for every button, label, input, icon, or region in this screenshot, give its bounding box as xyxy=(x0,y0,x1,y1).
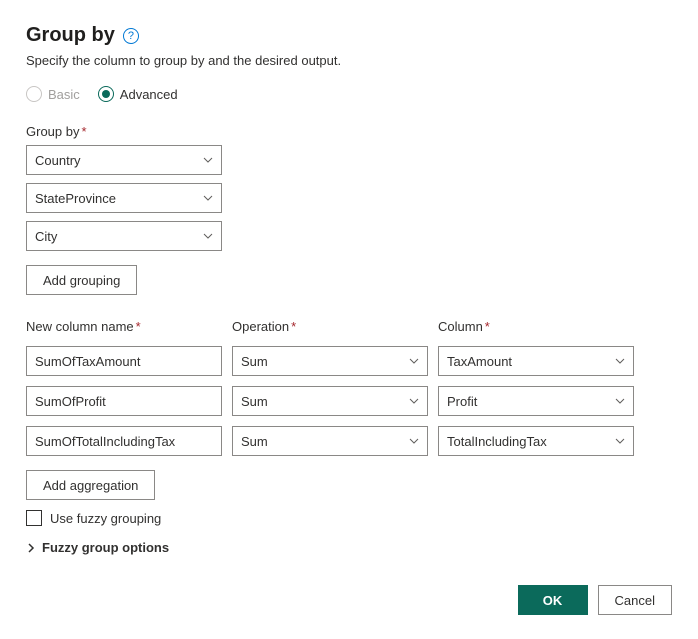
checkbox-icon xyxy=(26,510,42,526)
chevron-down-icon xyxy=(203,231,213,241)
operation-header: Operation* xyxy=(232,319,428,334)
radio-basic-label: Basic xyxy=(48,87,80,102)
dropdown-value: StateProvince xyxy=(35,191,116,206)
new-column-name-input[interactable]: SumOfProfit xyxy=(26,386,222,416)
aggregation-headers: New column name* Operation* Column* xyxy=(26,319,672,340)
dropdown-value: TaxAmount xyxy=(447,354,512,369)
operation-dropdown[interactable]: Sum xyxy=(232,346,428,376)
chevron-down-icon xyxy=(615,356,625,366)
fuzzy-grouping-label: Use fuzzy grouping xyxy=(50,511,161,526)
radio-circle-icon xyxy=(98,86,114,102)
cancel-button[interactable]: Cancel xyxy=(598,585,672,615)
dropdown-value: Sum xyxy=(241,434,268,449)
aggregation-row: SumOfProfit Sum Profit xyxy=(26,386,672,416)
add-grouping-button[interactable]: Add grouping xyxy=(26,265,137,295)
help-icon[interactable]: ? xyxy=(123,28,139,44)
new-column-name-input[interactable]: SumOfTotalIncludingTax xyxy=(26,426,222,456)
aggregation-row: SumOfTaxAmount Sum TaxAmount xyxy=(26,346,672,376)
group-by-dropdown-2[interactable]: City xyxy=(26,221,222,251)
dialog-footer: OK Cancel xyxy=(26,585,672,615)
dropdown-value: Sum xyxy=(241,354,268,369)
dialog-title: Group by xyxy=(26,24,115,47)
column-header: Column* xyxy=(438,319,634,334)
group-by-dropdown-0[interactable]: Country xyxy=(26,145,222,175)
dialog-subtitle: Specify the column to group by and the d… xyxy=(26,53,672,68)
chevron-down-icon xyxy=(203,155,213,165)
dropdown-value: TotalIncludingTax xyxy=(447,434,547,449)
new-column-name-header: New column name* xyxy=(26,319,222,334)
add-aggregation-button[interactable]: Add aggregation xyxy=(26,470,155,500)
chevron-down-icon xyxy=(203,193,213,203)
dropdown-value: Country xyxy=(35,153,81,168)
group-by-label: Group by* xyxy=(26,124,672,139)
group-by-columns: Country StateProvince City xyxy=(26,145,672,251)
radio-advanced-label: Advanced xyxy=(120,87,178,102)
fuzzy-options-toggle[interactable]: Fuzzy group options xyxy=(26,540,672,555)
dropdown-value: City xyxy=(35,229,57,244)
radio-basic[interactable]: Basic xyxy=(26,86,80,102)
column-dropdown[interactable]: Profit xyxy=(438,386,634,416)
operation-dropdown[interactable]: Sum xyxy=(232,386,428,416)
radio-circle-icon xyxy=(26,86,42,102)
chevron-down-icon xyxy=(409,396,419,406)
radio-advanced[interactable]: Advanced xyxy=(98,86,178,102)
group-by-dropdown-1[interactable]: StateProvince xyxy=(26,183,222,213)
fuzzy-options-label: Fuzzy group options xyxy=(42,540,169,555)
ok-button[interactable]: OK xyxy=(518,585,588,615)
fuzzy-grouping-checkbox[interactable]: Use fuzzy grouping xyxy=(26,510,672,526)
required-asterisk: * xyxy=(81,124,86,139)
chevron-right-icon xyxy=(26,543,36,553)
aggregation-row: SumOfTotalIncludingTax Sum TotalIncludin… xyxy=(26,426,672,456)
mode-radio-group: Basic Advanced xyxy=(26,86,672,102)
aggregation-rows: SumOfTaxAmount Sum TaxAmount SumOfProfit… xyxy=(26,346,672,456)
dropdown-value: Profit xyxy=(447,394,477,409)
operation-dropdown[interactable]: Sum xyxy=(232,426,428,456)
chevron-down-icon xyxy=(615,436,625,446)
chevron-down-icon xyxy=(409,356,419,366)
column-dropdown[interactable]: TaxAmount xyxy=(438,346,634,376)
new-column-name-input[interactable]: SumOfTaxAmount xyxy=(26,346,222,376)
column-dropdown[interactable]: TotalIncludingTax xyxy=(438,426,634,456)
chevron-down-icon xyxy=(615,396,625,406)
chevron-down-icon xyxy=(409,436,419,446)
dropdown-value: Sum xyxy=(241,394,268,409)
